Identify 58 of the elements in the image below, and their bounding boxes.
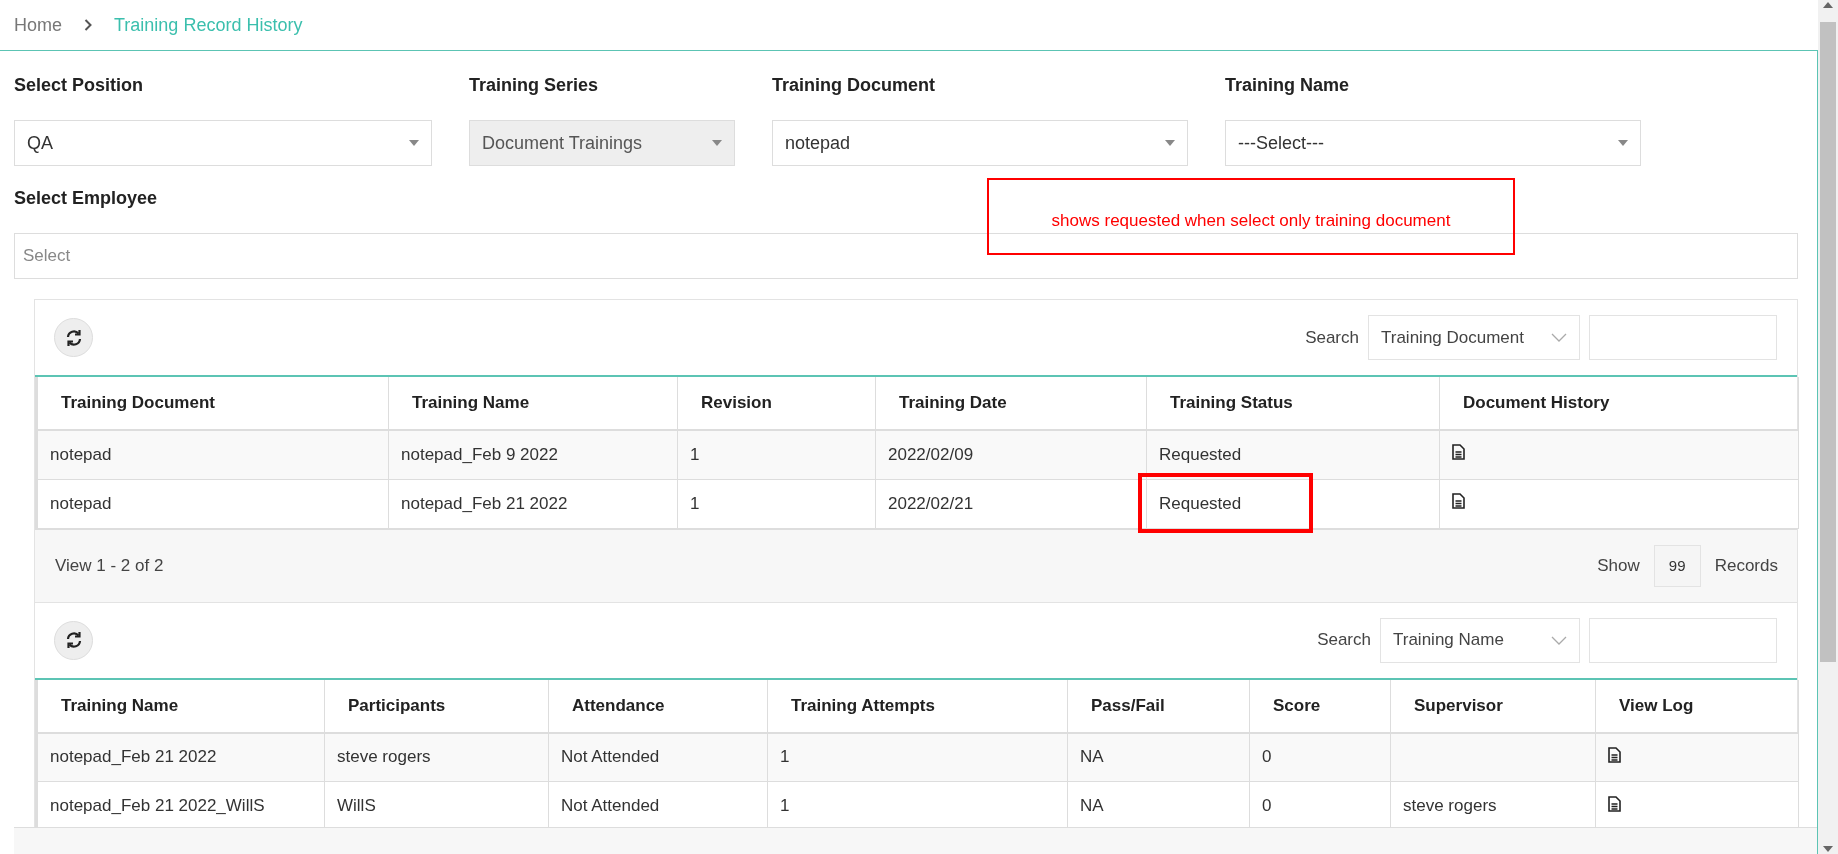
column-header[interactable]: Score [1249, 679, 1391, 733]
annotation-note: shows requested when select only training document [987, 178, 1515, 255]
dropdown-select[interactable]: notepad [772, 120, 1188, 166]
field-label: Training Series [469, 75, 600, 96]
document-icon[interactable] [1452, 493, 1465, 509]
chevron-down-icon [1551, 635, 1567, 645]
document-icon[interactable] [1452, 444, 1465, 461]
breadcrumb-link[interactable]: Home [14, 14, 62, 36]
table-cell: 1 [767, 732, 1068, 782]
scroll-down-icon[interactable] [1823, 846, 1833, 852]
show-label: Show [1597, 555, 1640, 576]
column-header[interactable]: Participants [324, 679, 549, 733]
pagination-info: View 1 - 2 of 2 [55, 555, 164, 576]
table-cell: Not Attended [548, 732, 768, 782]
search-label: Search [1305, 327, 1359, 348]
field-label: Training Name [1225, 75, 1351, 96]
refresh-button[interactable] [54, 318, 93, 357]
column-header[interactable]: View Log [1595, 679, 1799, 733]
field-label: Select Employee [14, 188, 159, 209]
search-column-select[interactable]: Training Document [1368, 315, 1580, 360]
search-input[interactable] [1589, 315, 1777, 360]
column-header[interactable]: Training Attempts [767, 679, 1068, 733]
records-label: Records [1714, 555, 1778, 576]
column-header[interactable]: Supervisor [1390, 679, 1596, 733]
refresh-icon [64, 631, 83, 649]
table-cell: 1 [677, 430, 876, 479]
search-input[interactable] [1589, 617, 1777, 663]
document-icon[interactable] [1608, 746, 1621, 763]
table-cell: steve rogers [324, 732, 549, 782]
table-cell: 2022/02/09 [875, 430, 1147, 479]
refresh-button[interactable] [54, 620, 93, 660]
scroll-up-icon[interactable] [1823, 2, 1833, 8]
refresh-icon [64, 328, 83, 347]
chevron-down-icon [1551, 333, 1567, 342]
dropdown-select[interactable]: QA [14, 120, 432, 166]
column-header[interactable]: Attendance [548, 679, 768, 733]
employee-input[interactable]: Select [14, 233, 1798, 279]
table-cell: notepad_Feb 9 2022 [388, 430, 678, 479]
table-cell: 1 [677, 479, 876, 528]
table-cell: 2022/02/21 [875, 479, 1147, 528]
table-cell: Requested [1146, 430, 1440, 479]
breadcrumb-current: Training Record History [114, 14, 303, 36]
search-label: Search [1317, 630, 1371, 650]
chevron-right-icon [84, 19, 92, 31]
column-header[interactable]: Pass/Fail [1067, 679, 1250, 733]
caret-icon [1618, 140, 1628, 146]
table-cell: notepad_Feb 21 2022 [388, 479, 678, 528]
field-label: Training Document [772, 75, 936, 96]
document-icon[interactable] [1608, 795, 1621, 812]
records-count-field[interactable]: 99 [1653, 544, 1701, 587]
table-cell: 0 [1249, 732, 1391, 782]
search-column-select[interactable]: Training Name [1380, 617, 1580, 663]
caret-icon [1165, 140, 1175, 146]
table-cell: NA [1067, 732, 1250, 782]
caret-icon [409, 140, 419, 146]
field-label: Select Position [14, 75, 145, 96]
dropdown-select[interactable]: ---Select--- [1225, 120, 1641, 166]
caret-icon [712, 140, 722, 146]
